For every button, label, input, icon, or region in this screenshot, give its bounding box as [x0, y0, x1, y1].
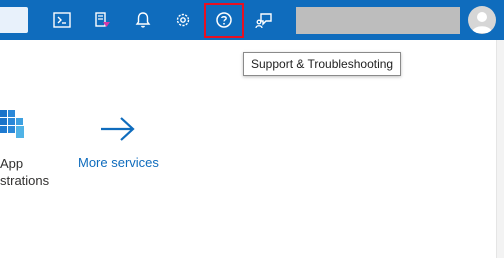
cloud-shell-icon — [53, 12, 71, 28]
app-registrations-icon — [0, 110, 24, 138]
help-button-highlight — [204, 3, 244, 38]
help-tooltip: Support & Troubleshooting — [243, 52, 402, 76]
feedback-button[interactable] — [248, 4, 280, 36]
notifications-bell-icon — [135, 12, 151, 28]
app-label-line2: strations — [0, 173, 50, 188]
settings-button[interactable] — [167, 4, 199, 36]
more-services-link[interactable]: More services — [78, 155, 159, 170]
scrollbar[interactable] — [496, 40, 504, 258]
notifications-button[interactable] — [127, 4, 159, 36]
avatar[interactable] — [468, 6, 496, 34]
user-icon — [472, 12, 492, 33]
directory-filter-icon — [95, 12, 110, 27]
cloud-shell-button[interactable] — [46, 4, 78, 36]
search-input[interactable] — [0, 7, 28, 33]
settings-gear-icon — [176, 13, 190, 27]
app-label-line1: App — [0, 156, 24, 171]
top-bar — [0, 0, 504, 40]
feedback-icon — [255, 13, 272, 29]
directory-filter-button[interactable] — [86, 4, 118, 36]
arrow-right-icon[interactable] — [100, 116, 136, 142]
app-registrations-label[interactable]: App strations — [0, 155, 49, 189]
account-info[interactable] — [296, 7, 460, 34]
